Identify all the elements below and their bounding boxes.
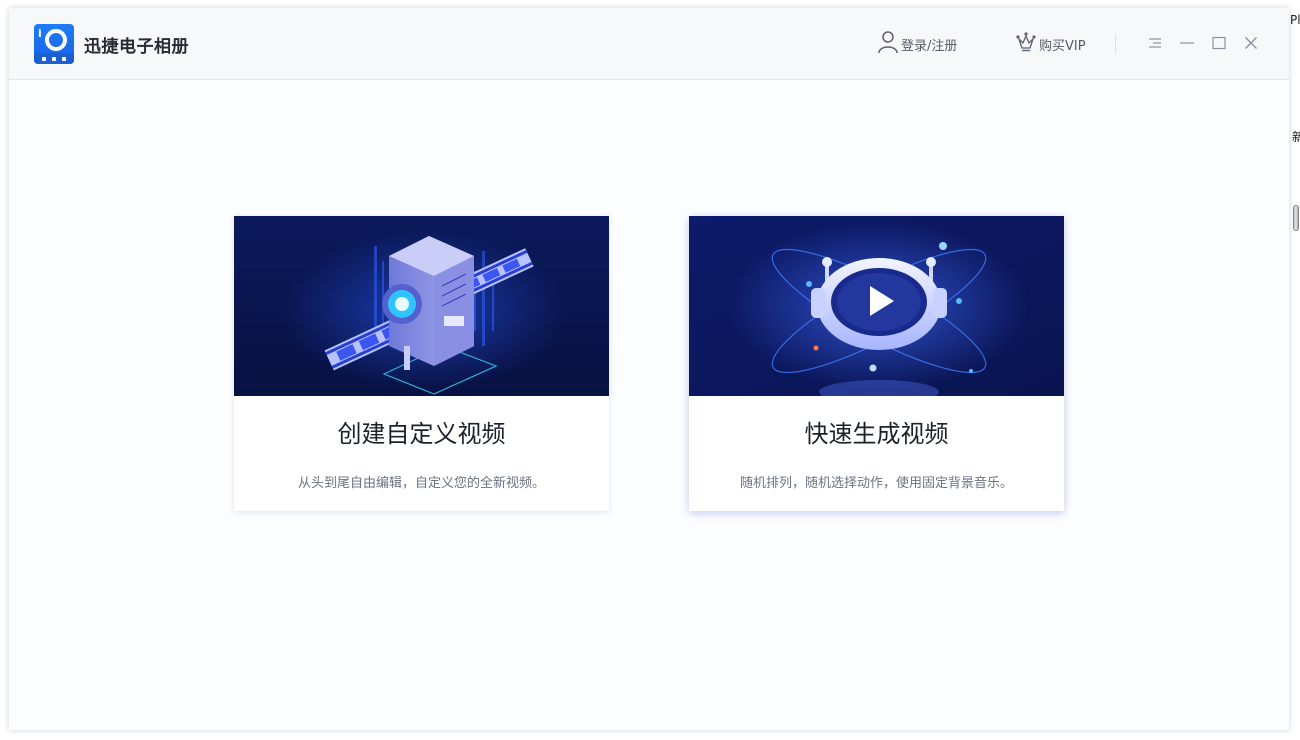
app-title: 迅捷电子相册 bbox=[84, 37, 189, 57]
background-scroll-handle bbox=[1293, 205, 1299, 231]
quick-generate-video-card[interactable]: 快速生成视频 随机排列，随机选择动作，使用固定背景音乐。 bbox=[689, 216, 1064, 511]
menu-icon[interactable] bbox=[1145, 33, 1165, 53]
title-bar-divider bbox=[1115, 34, 1116, 54]
buy-vip-label: 购买VIP bbox=[1039, 38, 1086, 54]
buy-vip-button[interactable]: 购买VIP bbox=[1015, 31, 1086, 57]
background-text-mid: 新 bbox=[1292, 130, 1300, 144]
card-description: 从头到尾自由编辑，自定义您的全新视频。 bbox=[297, 476, 545, 491]
app-window: i 迅捷电子相册 登录/注册 购买VIP 创建自定义视频 从头到尾自由编辑，自定… bbox=[9, 8, 1289, 730]
title-bar: i 迅捷电子相册 登录/注册 购买VIP bbox=[9, 8, 1289, 80]
close-icon[interactable] bbox=[1241, 33, 1261, 53]
user-icon bbox=[877, 30, 901, 58]
card-title: 创建自定义视频 bbox=[337, 420, 506, 448]
login-register-label: 登录/注册 bbox=[901, 38, 958, 54]
film-machine-illustration bbox=[234, 216, 609, 396]
login-register-button[interactable]: 登录/注册 bbox=[877, 31, 957, 57]
create-custom-video-card[interactable]: 创建自定义视频 从头到尾自由编辑，自定义您的全新视频。 bbox=[234, 216, 609, 511]
maximize-icon[interactable] bbox=[1209, 33, 1229, 53]
card-title: 快速生成视频 bbox=[804, 420, 949, 448]
play-button-illustration bbox=[689, 216, 1064, 396]
background-text-top: Pl bbox=[1290, 13, 1300, 27]
minimize-icon[interactable] bbox=[1177, 33, 1197, 53]
card-description: 随机排列，随机选择动作，使用固定背景音乐。 bbox=[739, 476, 1013, 491]
app-logo-icon: i bbox=[34, 24, 74, 64]
crown-icon bbox=[1015, 30, 1039, 58]
